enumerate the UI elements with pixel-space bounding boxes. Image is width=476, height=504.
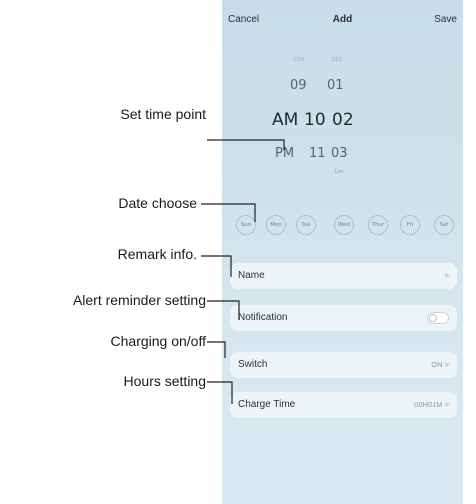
day-fri[interactable]: Fri bbox=[400, 215, 420, 235]
day-mon[interactable]: Mon bbox=[266, 215, 286, 235]
callout-set-time-point: Set time point bbox=[120, 106, 206, 122]
picker-ampm-selected[interactable]: AM bbox=[272, 110, 298, 130]
callout-hours-setting: Hours setting bbox=[123, 373, 206, 389]
day-sat[interactable]: Sat bbox=[434, 215, 454, 235]
callout-remark-info: Remark info. bbox=[117, 246, 197, 262]
picker-hour-selected[interactable]: 10 bbox=[304, 110, 326, 130]
save-button[interactable]: Save bbox=[434, 14, 457, 25]
picker-minute-selected[interactable]: 02 bbox=[332, 110, 354, 130]
name-row[interactable]: Name > bbox=[230, 263, 457, 289]
picker-ampm-below[interactable]: PM bbox=[275, 146, 294, 161]
picker-hour-below[interactable]: 11 bbox=[309, 146, 326, 161]
notification-row: Notification bbox=[230, 305, 457, 331]
toggle-knob bbox=[429, 314, 437, 322]
picker-minute-above[interactable]: 01 bbox=[327, 78, 344, 93]
switch-label: Switch bbox=[238, 359, 268, 370]
callout-date-choose: Date choose bbox=[118, 195, 197, 211]
day-wed[interactable]: Wed bbox=[334, 215, 354, 235]
phone-screen: Cancel Add Save CXX CCC 09 01 AM 10 02 P… bbox=[222, 0, 463, 504]
picker-minute-faint: CCC bbox=[332, 57, 343, 63]
day-tue[interactable]: Tue bbox=[296, 215, 316, 235]
switch-value: ON > bbox=[431, 360, 449, 369]
callout-charging-onoff: Charging on/off bbox=[110, 333, 206, 349]
picker-hour-faint: CXX bbox=[294, 57, 305, 63]
day-sun[interactable]: Sun bbox=[236, 215, 256, 235]
switch-row[interactable]: Switch ON > bbox=[230, 352, 457, 378]
callout-alert-reminder: Alert reminder setting bbox=[72, 292, 206, 308]
picker-minute-faint-below: Lxx bbox=[335, 169, 344, 175]
picker-hour-above[interactable]: 09 bbox=[290, 78, 307, 93]
name-label: Name bbox=[238, 270, 265, 281]
notification-label: Notification bbox=[238, 312, 288, 323]
charge-time-row[interactable]: Charge Time 00H01M > bbox=[230, 392, 457, 418]
day-thur[interactable]: Thur bbox=[368, 215, 388, 235]
date-choose-row: Sun Mon Tue Wed Thur Fri Sat bbox=[222, 215, 463, 235]
time-picker[interactable]: CXX CCC 09 01 AM 10 02 PM 11 03 Lxx bbox=[222, 50, 463, 180]
picker-minute-below[interactable]: 03 bbox=[331, 146, 348, 161]
charge-time-value: 00H01M > bbox=[414, 400, 449, 409]
name-chevron-icon: > bbox=[444, 271, 449, 280]
notification-toggle[interactable] bbox=[427, 312, 449, 324]
page-title: Add bbox=[332, 14, 353, 25]
charge-time-label: Charge Time bbox=[238, 399, 296, 410]
nav-bar: Cancel Add Save bbox=[222, 0, 463, 36]
